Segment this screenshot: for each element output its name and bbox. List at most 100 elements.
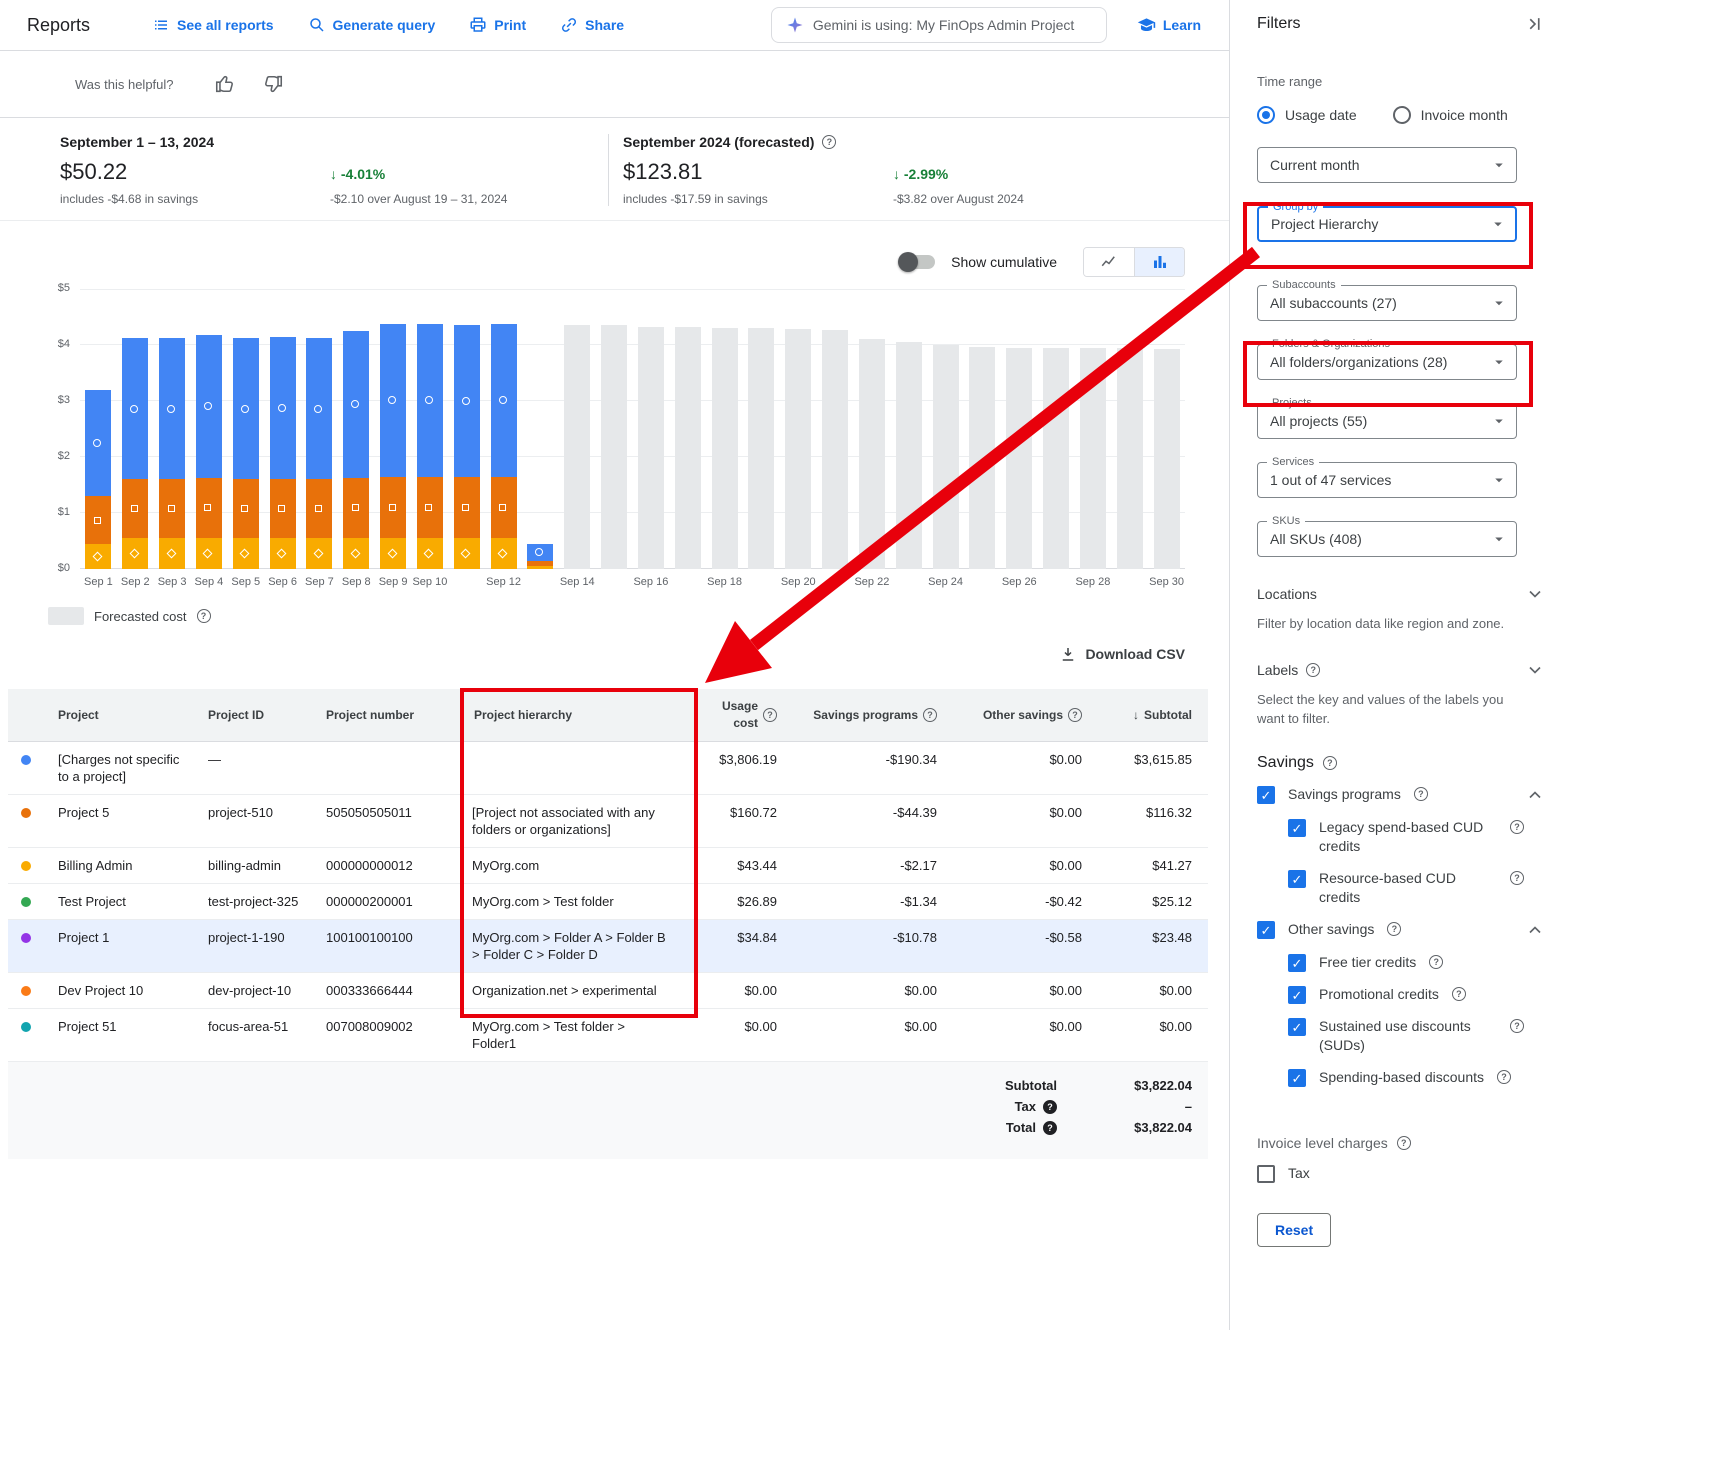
column-header[interactable]: Project number <box>312 689 460 741</box>
invoice-month-radio[interactable]: Invoice month <box>1393 106 1508 124</box>
forecast-bar[interactable] <box>933 345 959 569</box>
column-help-icon[interactable]: ? <box>1068 708 1082 722</box>
table-row[interactable]: Project 1project-1-190100100100100MyOrg.… <box>8 920 1208 973</box>
thumbs-up-icon[interactable] <box>214 73 236 95</box>
help-icon[interactable]: ? <box>1510 1019 1524 1033</box>
services-select[interactable]: Services 1 out of 47 services <box>1257 462 1517 498</box>
column-help-icon[interactable]: ? <box>763 708 777 722</box>
series-color-dot <box>21 986 31 996</box>
forecast-bar[interactable] <box>601 325 627 569</box>
totals-help-icon[interactable]: ? <box>1043 1100 1057 1114</box>
invoice-level-help-icon[interactable]: ? <box>1397 1136 1411 1150</box>
gemini-context-box[interactable]: Gemini is using: My FinOps Admin Project <box>771 7 1107 43</box>
locations-section-header[interactable]: Locations <box>1257 584 1545 604</box>
resource-based-cud-credits-checkbox-row[interactable]: ✓ Resource-based CUD credits ? <box>1288 869 1545 907</box>
learn-link[interactable]: Learn <box>1137 16 1201 35</box>
forecast-bar[interactable] <box>896 342 922 569</box>
column-header[interactable]: Project <box>44 689 194 741</box>
help-icon[interactable]: ? <box>1497 1070 1511 1084</box>
forecast-bar[interactable] <box>675 327 701 569</box>
help-icon[interactable]: ? <box>1510 871 1524 885</box>
help-icon[interactable]: ? <box>1387 922 1401 936</box>
column-header[interactable]: Other savings? <box>947 689 1092 741</box>
show-cumulative-toggle[interactable] <box>901 255 935 269</box>
forecast-bar[interactable] <box>1043 348 1069 569</box>
table-row[interactable]: Project 51focus-area-51007008009002MyOrg… <box>8 1009 1208 1062</box>
generate-query-link[interactable]: Generate query <box>308 16 436 34</box>
forecast-bar[interactable] <box>1006 348 1032 569</box>
table-row[interactable]: Billing Adminbilling-admin000000000012My… <box>8 848 1208 884</box>
forecast-bar[interactable] <box>859 339 885 569</box>
forecast-bar[interactable] <box>748 328 774 569</box>
forecast-bar[interactable] <box>822 330 848 569</box>
cost-bar-segment[interactable] <box>527 566 553 569</box>
group-by-select[interactable]: Group by Project Hierarchy <box>1257 206 1517 242</box>
forecast-bar[interactable] <box>638 327 664 569</box>
cost-bar-segment[interactable] <box>527 561 553 567</box>
sustained-use-discounts-suds-checkbox-row[interactable]: ✓ Sustained use discounts (SUDs) ? <box>1288 1017 1545 1055</box>
column-header[interactable]: Project ID <box>194 689 312 741</box>
checkbox-icon[interactable]: ✓ <box>1257 786 1275 804</box>
help-icon[interactable]: ? <box>1429 955 1443 969</box>
forecast-bar[interactable] <box>1154 349 1180 569</box>
tax-label: Tax <box>1288 1164 1310 1183</box>
promotional-credits-checkbox-row[interactable]: ✓ Promotional credits ? <box>1288 985 1545 1004</box>
forecast-bar[interactable] <box>1080 348 1106 569</box>
reset-button[interactable]: Reset <box>1257 1213 1331 1247</box>
chevron-up-icon[interactable] <box>1525 920 1545 940</box>
savings-programs-checkbox-row[interactable]: ✓ Savings programs ? <box>1257 785 1545 805</box>
thumbs-down-icon[interactable] <box>262 73 284 95</box>
free-tier-credits-checkbox-row[interactable]: ✓ Free tier credits ? <box>1288 953 1545 972</box>
column-header[interactable]: Usage cost? <box>682 689 787 741</box>
spending-based-discounts-checkbox-row[interactable]: ✓ Spending-based discounts ? <box>1288 1068 1545 1087</box>
forecast-bar[interactable] <box>564 325 590 569</box>
print-link[interactable]: Print <box>469 16 526 34</box>
folders-organizations-select[interactable]: Folders & Organizations All folders/orga… <box>1257 344 1517 380</box>
forecast-bar[interactable] <box>1117 348 1143 569</box>
subaccounts-select[interactable]: Subaccounts All subaccounts (27) <box>1257 285 1517 321</box>
labels-help-icon[interactable]: ? <box>1306 663 1320 677</box>
legacy-spend-based-cud-credits-checkbox-row[interactable]: ✓ Legacy spend-based CUD credits ? <box>1288 818 1545 856</box>
table-row[interactable]: Test Projecttest-project-325000000200001… <box>8 884 1208 920</box>
checkbox-icon[interactable]: ✓ <box>1288 1018 1306 1036</box>
checkbox-icon[interactable]: ✓ <box>1288 986 1306 1004</box>
filters-panel: Filters Time range Usage dateInvoice mon… <box>1229 0 1712 1330</box>
skus-select[interactable]: SKUs All SKUs (408) <box>1257 521 1517 557</box>
usage-date-radio[interactable]: Usage date <box>1257 106 1357 124</box>
share-link[interactable]: Share <box>560 16 624 34</box>
chevron-up-icon[interactable] <box>1525 785 1545 805</box>
savings-help-icon[interactable]: ? <box>1323 756 1337 770</box>
column-help-icon[interactable]: ? <box>923 708 937 722</box>
column-header[interactable]: Savings programs? <box>787 689 947 741</box>
column-header[interactable]: ↓Subtotal <box>1092 689 1208 741</box>
totals-help-icon[interactable]: ? <box>1043 1121 1057 1135</box>
checkbox-icon[interactable]: ✓ <box>1288 819 1306 837</box>
projects-select[interactable]: Projects All projects (55) <box>1257 403 1517 439</box>
labels-section-header[interactable]: Labels ? <box>1257 660 1545 680</box>
forecast-help-icon[interactable]: ? <box>822 135 836 149</box>
help-icon[interactable]: ? <box>1510 820 1524 834</box>
tax-checkbox[interactable] <box>1257 1165 1275 1183</box>
checkbox-icon[interactable]: ✓ <box>1288 1069 1306 1087</box>
forecast-bar[interactable] <box>969 347 995 569</box>
forecast-legend-help-icon[interactable]: ? <box>197 609 211 623</box>
tax-checkbox-row[interactable]: Tax <box>1257 1164 1545 1183</box>
table-row[interactable]: Dev Project 10dev-project-10000333666444… <box>8 973 1208 1009</box>
download-csv-button[interactable]: Download CSV <box>0 645 1185 663</box>
column-header[interactable]: Project hierarchy <box>460 689 682 741</box>
help-icon[interactable]: ? <box>1452 987 1466 1001</box>
help-icon[interactable]: ? <box>1414 787 1428 801</box>
table-row[interactable]: Project 5project-510505050505011[Project… <box>8 795 1208 848</box>
checkbox-icon[interactable]: ✓ <box>1257 921 1275 939</box>
checkbox-icon[interactable]: ✓ <box>1288 954 1306 972</box>
checkbox-icon[interactable]: ✓ <box>1288 870 1306 888</box>
bar-chart-button[interactable] <box>1134 248 1184 276</box>
see-all-reports-link[interactable]: See all reports <box>152 16 274 34</box>
line-chart-button[interactable] <box>1084 248 1134 276</box>
other-savings-checkbox-row[interactable]: ✓ Other savings ? <box>1257 920 1545 940</box>
table-row[interactable]: [Charges not specific to a project]—$3,8… <box>8 742 1208 795</box>
forecast-bar[interactable] <box>712 328 738 569</box>
time-period-select[interactable]: Current month <box>1257 147 1517 183</box>
collapse-panel-icon[interactable] <box>1525 14 1545 34</box>
forecast-bar[interactable] <box>785 329 811 569</box>
